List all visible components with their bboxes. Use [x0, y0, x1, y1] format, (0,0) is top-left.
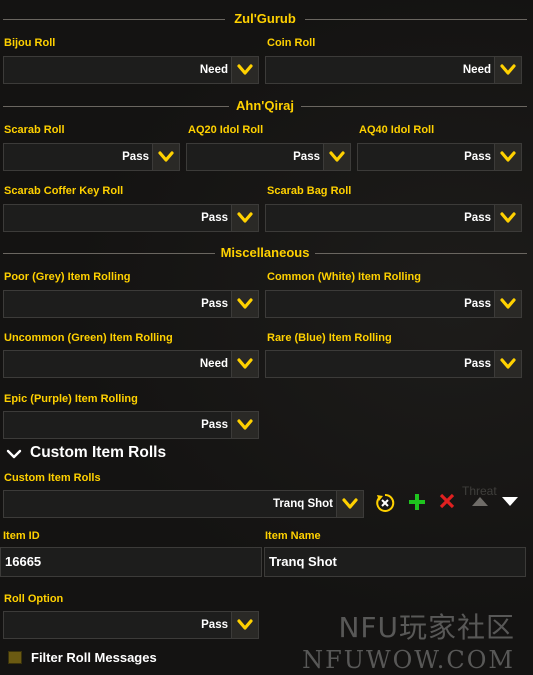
section-title: Miscellaneous: [220, 245, 310, 260]
watermark-line: NFU玩家社区: [338, 611, 515, 644]
roll-option-dropdown[interactable]: Pass: [3, 611, 259, 639]
dropdown-value: Need: [199, 358, 228, 370]
scarab-bag-roll-dropdown[interactable]: Pass: [265, 204, 522, 232]
scarab-coffer-key-roll-label: Scarab Coffer Key Roll: [4, 185, 124, 197]
dropdown-value: Pass: [464, 151, 491, 163]
filter-roll-messages-checkbox[interactable]: [8, 651, 22, 664]
dropdown-value: Pass: [122, 151, 149, 163]
chevron-down-icon[interactable]: [231, 612, 258, 638]
dropdown-value: Pass: [464, 212, 491, 224]
section-header-zulgurub: Zul'Gurub: [3, 11, 527, 27]
section-header-ahnqiraj: Ahn'Qiraj: [3, 98, 527, 114]
chevron-down-icon[interactable]: [336, 491, 363, 517]
poor-item-rolling-dropdown[interactable]: Pass: [3, 290, 259, 318]
uncommon-item-rolling-dropdown[interactable]: Need: [3, 350, 259, 378]
scarab-roll-dropdown[interactable]: Pass: [3, 143, 180, 171]
chevron-down-icon[interactable]: [494, 144, 521, 170]
chevron-down-icon[interactable]: [494, 291, 521, 317]
dropdown-value: Pass: [201, 419, 228, 431]
aq20-idol-roll-label: AQ20 Idol Roll: [188, 124, 264, 136]
chevron-down-icon[interactable]: [231, 291, 258, 317]
section-title: Zul'Gurub: [234, 11, 296, 26]
item-name-label: Item Name: [265, 530, 321, 542]
bijou-roll-label: Bijou Roll: [4, 37, 56, 49]
section-title: Ahn'Qiraj: [236, 98, 294, 113]
dropdown-value: Pass: [201, 619, 228, 631]
aq40-idol-roll-dropdown[interactable]: Pass: [357, 143, 522, 171]
common-item-rolling-label: Common (White) Item Rolling: [267, 271, 421, 283]
chevron-down-icon[interactable]: [323, 144, 350, 170]
aq20-idol-roll-dropdown[interactable]: Pass: [186, 143, 351, 171]
dropdown-value: Pass: [201, 298, 228, 310]
custom-item-rolls-label: Custom Item Rolls: [4, 472, 101, 484]
custom-item-rolls-dropdown[interactable]: Tranq Shot: [3, 490, 364, 518]
poor-item-rolling-label: Poor (Grey) Item Rolling: [4, 271, 131, 283]
filter-roll-messages-label: Filter Roll Messages: [31, 650, 157, 665]
dropdown-value: Pass: [464, 358, 491, 370]
move-up-icon[interactable]: [470, 494, 492, 516]
item-id-input[interactable]: 16665: [0, 547, 262, 577]
chevron-down-icon[interactable]: [152, 144, 179, 170]
chevron-down-icon[interactable]: [231, 205, 258, 231]
scarab-coffer-key-roll-dropdown[interactable]: Pass: [3, 204, 259, 232]
dropdown-value: Tranq Shot: [272, 498, 333, 510]
delete-icon[interactable]: [438, 492, 460, 514]
chevron-down-icon: [6, 449, 22, 459]
chevron-down-icon[interactable]: [231, 57, 258, 83]
dropdown-value: Need: [462, 64, 491, 76]
epic-item-rolling-dropdown[interactable]: Pass: [3, 411, 259, 439]
coin-roll-label: Coin Roll: [267, 37, 316, 49]
scarab-bag-roll-label: Scarab Bag Roll: [267, 185, 352, 197]
uncommon-item-rolling-label: Uncommon (Green) Item Rolling: [4, 332, 173, 344]
item-id-label: Item ID: [3, 530, 40, 542]
coin-roll-dropdown[interactable]: Need: [265, 56, 522, 84]
section-header-miscellaneous: Miscellaneous: [3, 245, 527, 261]
rare-item-rolling-label: Rare (Blue) Item Rolling: [267, 332, 392, 344]
addon-options-panel: Zul'Gurub Bijou Roll Need Coin Roll Need…: [0, 0, 533, 675]
dropdown-value: Pass: [293, 151, 320, 163]
reset-icon[interactable]: [374, 492, 396, 514]
item-name-input[interactable]: Tranq Shot: [264, 547, 526, 577]
chevron-down-icon[interactable]: [231, 351, 258, 377]
watermark-logo: NFU玩家社区 NFUWOW.COM: [302, 606, 515, 674]
scarab-roll-label: Scarab Roll: [4, 124, 65, 136]
chevron-down-icon[interactable]: [494, 205, 521, 231]
chevron-down-icon[interactable]: [494, 57, 521, 83]
dropdown-value: Pass: [464, 298, 491, 310]
aq40-idol-roll-label: AQ40 Idol Roll: [359, 124, 435, 136]
collapse-header-title: Custom Item Rolls: [30, 444, 167, 461]
roll-option-label: Roll Option: [4, 593, 64, 605]
move-down-icon[interactable]: [500, 494, 522, 516]
chevron-down-icon[interactable]: [494, 351, 521, 377]
epic-item-rolling-label: Epic (Purple) Item Rolling: [4, 393, 138, 405]
dropdown-value: Pass: [201, 212, 228, 224]
watermark-line: NFUWOW.COM: [302, 646, 515, 674]
common-item-rolling-dropdown[interactable]: Pass: [265, 290, 522, 318]
add-icon[interactable]: [407, 492, 429, 514]
rare-item-rolling-dropdown[interactable]: Pass: [265, 350, 522, 378]
chevron-down-icon[interactable]: [231, 412, 258, 438]
bijou-roll-dropdown[interactable]: Need: [3, 56, 259, 84]
dropdown-value: Need: [199, 64, 228, 76]
